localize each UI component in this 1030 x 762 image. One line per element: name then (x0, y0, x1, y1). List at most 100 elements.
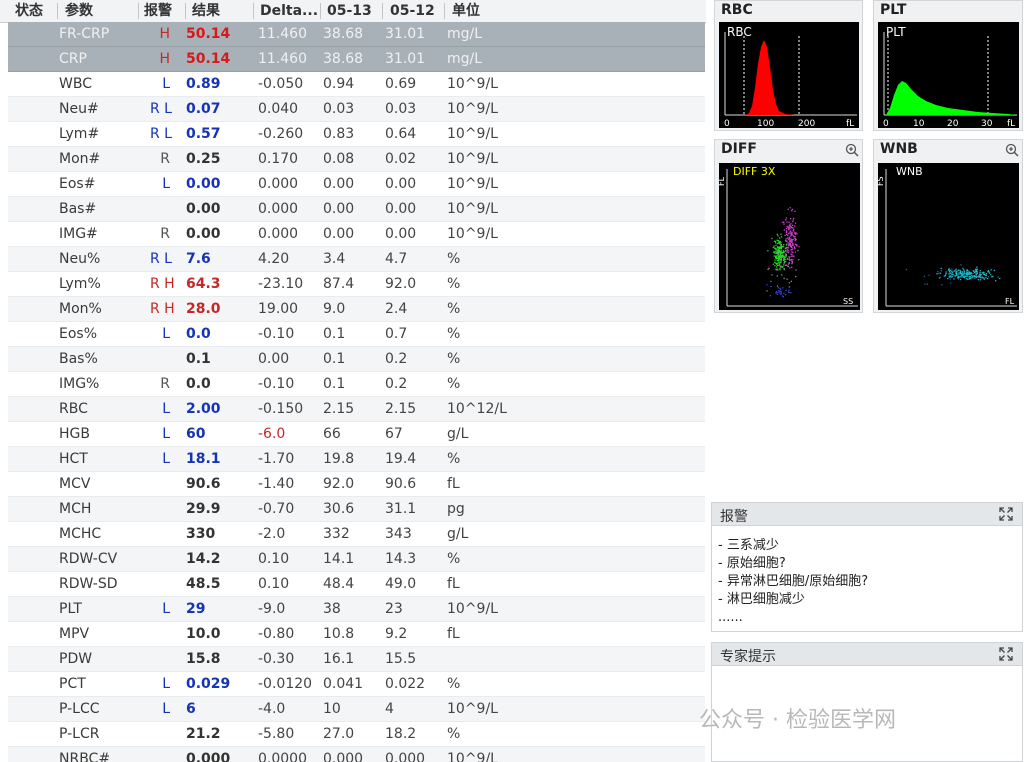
table-row[interactable]: Lym% R H 64.3 -23.10 87.4 92.0% (8, 272, 705, 297)
result-cell: 0.00 (186, 226, 221, 242)
table-row[interactable]: Mon# R 0.25 0.170 0.08 0.02 10^9/L (8, 147, 705, 172)
prev1-cell: 38.68 (323, 51, 364, 67)
diff-scatter-panel[interactable]: DIFF DIFF 3X FL SS (714, 139, 863, 313)
unit-cell: % (447, 301, 461, 317)
table-row[interactable]: RDW-SD 48.5 0.10 48.4 49.0 fL (8, 572, 705, 597)
expand-icon[interactable] (998, 646, 1014, 662)
rbc-tick-fl: fL (846, 119, 854, 128)
header-alarm[interactable]: 报警 (144, 0, 172, 22)
unit-cell: 10^9/L (447, 101, 498, 117)
table-row[interactable]: Bas# 0.00 0.000 0.00 0.00 10^9/L (8, 197, 705, 222)
table-row[interactable]: MCH 29.9 -0.70 30.6 31.1 pg (8, 497, 705, 522)
unit-cell: g/L (447, 526, 469, 542)
table-row[interactable]: MCHC 330 -2.0 332 343 g/L (8, 522, 705, 547)
header-status[interactable]: 状态 (15, 0, 43, 22)
rbc-plot-label: RBC (727, 25, 752, 39)
result-cell: 0.89 (186, 76, 221, 92)
prev2-cell: 19.4 (385, 451, 417, 467)
wnb-scatter-svg: WNB FS FL (876, 165, 1017, 307)
table-row[interactable]: RDW-CV 14.2 0.10 14.1 14.3% (8, 547, 705, 572)
param-cell: NRBC# (59, 751, 111, 762)
unit-cell: % (447, 251, 461, 267)
table-row[interactable]: IMG# R 0.00 0.000 0.00 0.00 10^9/L (8, 222, 705, 247)
prev1-cell: 3.4 (323, 251, 346, 267)
alarm-item: - 淋巴细胞减少 (718, 592, 805, 607)
table-row[interactable]: HGB L 60 -6.0 66 67 g/L (8, 422, 705, 447)
table-row[interactable]: Lym# R L 0.57 -0.260 0.83 0.64 10^9/L (8, 122, 705, 147)
flag-cell: L (162, 601, 170, 617)
unit-cell: g/L (447, 426, 469, 442)
result-cell: 330 (186, 526, 216, 542)
unit-cell: % (447, 451, 461, 467)
prev2-cell: 23 (385, 601, 403, 617)
prev1-cell: 0.00 (323, 176, 355, 192)
plt-tick-10: 10 (913, 119, 925, 128)
table-row[interactable]: Mon% R H 28.0 19.00 9.0 2.4% (8, 297, 705, 322)
prev1-cell: 87.4 (323, 276, 355, 292)
prev1-cell: 27.0 (323, 726, 355, 742)
table-row[interactable]: CRP H 50.14 11.460 38.68 31.01 mg/L (8, 47, 705, 72)
prev2-cell: 0.00 (385, 201, 417, 217)
table-row[interactable]: RBC L 2.00 -0.150 2.15 2.15 10^12/L (8, 397, 705, 422)
table-row[interactable]: WBC L 0.89 -0.050 0.94 0.69 10^9/L (8, 72, 705, 97)
result-cell: 29.9 (186, 501, 221, 517)
wnb-scatter: WNB FS FL (876, 163, 1019, 310)
rbc-histogram: RBC 0 100 200 fL (719, 22, 859, 129)
prev1-cell: 9.0 (323, 301, 346, 317)
header-param[interactable]: 参数 (65, 0, 93, 22)
table-row[interactable]: Bas% 0.1 0.00 0.1 0.2% (8, 347, 705, 372)
unit-cell: 10^9/L (447, 176, 498, 192)
table-row[interactable]: Neu# R L 0.07 0.040 0.03 0.03 10^9/L (8, 97, 705, 122)
expand-icon[interactable] (998, 506, 1014, 522)
unit-cell: mg/L (447, 51, 483, 67)
delta-cell: 19.00 (258, 301, 299, 317)
flag-cell: R (160, 151, 170, 167)
unit-cell: 10^9/L (447, 226, 498, 242)
rbc-histogram-panel[interactable]: RBC RBC 0 100 200 fL (714, 0, 863, 131)
table-row[interactable]: IMG% R 0.0 -0.10 0.1 0.2% (8, 372, 705, 397)
result-cell: 0.1 (186, 351, 211, 367)
header-result[interactable]: 结果 (192, 0, 220, 22)
table-row[interactable]: PCT L 0.029 -0.0120 0.041 0.022% (8, 672, 705, 697)
param-cell: Bas# (59, 201, 97, 217)
delta-cell: 0.040 (258, 101, 299, 117)
param-cell: WBC (59, 76, 92, 92)
table-row[interactable]: MPV 10.0 -0.80 10.8 9.2 fL (8, 622, 705, 647)
param-cell: MCV (59, 476, 91, 492)
plt-histogram-panel[interactable]: PLT PLT 0 10 20 30 fL (873, 0, 1023, 131)
param-cell: PLT (59, 601, 82, 617)
prev1-cell: 0.00 (323, 201, 355, 217)
table-row[interactable]: PLT L 29 -9.0 38 23 10^9/L (8, 597, 705, 622)
param-cell: PDW (59, 651, 93, 667)
rbc-histogram-svg: RBC 0 100 200 fL (724, 25, 857, 129)
table-row[interactable]: NRBC# 0.000 0.0000 0.000 0.000 10^9/L (8, 747, 705, 762)
zoom-in-icon[interactable] (1005, 143, 1019, 157)
prev1-cell: 66 (323, 426, 341, 442)
wnb-scatter-panel[interactable]: WNB WNB FS FL (873, 139, 1023, 313)
flag-cell (150, 547, 170, 571)
table-row[interactable]: Eos# L 0.00 0.000 0.00 0.00 10^9/L (8, 172, 705, 197)
table-row[interactable]: P-LCC L 6 -4.0 10 4 10^9/L (8, 697, 705, 722)
table-row[interactable]: FR-CRP H 50.14 11.460 38.68 31.01 mg/L (8, 22, 705, 47)
prev2-cell: 4 (385, 701, 394, 717)
table-row[interactable]: Eos% L 0.0 -0.10 0.1 0.7% (8, 322, 705, 347)
header-prev2[interactable]: 05-12 (390, 0, 435, 22)
table-row[interactable]: P-LCR 21.2 -5.80 27.0 18.2% (8, 722, 705, 747)
result-cell: 0.000 (186, 751, 231, 762)
table-row[interactable]: HCT L 18.1 -1.70 19.8 19.4% (8, 447, 705, 472)
table-row[interactable]: Neu% R L 7.6 4.20 3.4 4.7% (8, 247, 705, 272)
unit-cell: fL (447, 476, 460, 492)
header-delta[interactable]: Delta... (260, 0, 318, 22)
param-cell: Mon# (59, 151, 101, 167)
flag-cell (150, 522, 170, 546)
prev2-cell: 0.022 (385, 676, 426, 692)
expert-panel-title: 专家提示 (720, 649, 776, 665)
flag-cell (150, 347, 170, 371)
header-unit[interactable]: 单位 (452, 0, 480, 22)
table-row[interactable]: PDW 15.8 -0.30 16.1 15.5 (8, 647, 705, 672)
delta-cell: -0.10 (258, 376, 295, 392)
header-prev1[interactable]: 05-13 (327, 0, 372, 22)
prev2-cell: 4.7 (385, 251, 408, 267)
zoom-in-icon[interactable] (845, 143, 859, 157)
table-row[interactable]: MCV 90.6 -1.40 92.0 90.6 fL (8, 472, 705, 497)
